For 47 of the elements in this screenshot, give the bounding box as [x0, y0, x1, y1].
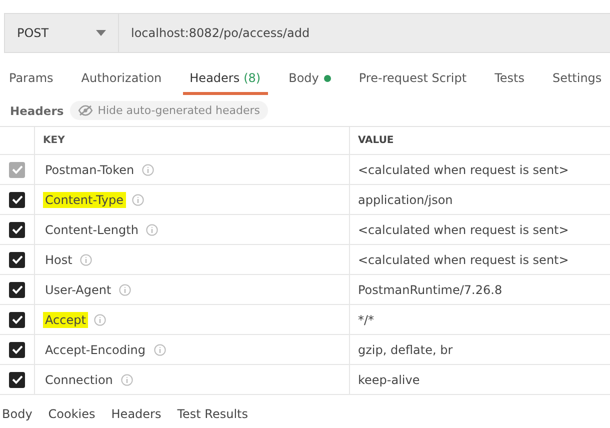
tab[interactable]: Body — [282, 63, 338, 95]
header-key: User-Agent — [43, 282, 114, 298]
header-key: Postman-Token — [43, 162, 136, 178]
info-icon — [120, 374, 133, 386]
response-tab[interactable]: Cookies — [48, 407, 96, 421]
column-header: VALUE — [358, 135, 394, 146]
tab[interactable]: Headers (8) — [182, 63, 268, 95]
info-icon — [154, 344, 166, 356]
response-tab[interactable]: Headers — [111, 407, 162, 421]
headers-label: Headers — [10, 104, 64, 118]
column-header: KEY — [43, 135, 65, 146]
header-key: Accept-Encoding — [43, 342, 148, 358]
info-icon — [146, 224, 158, 236]
checkbox[interactable] — [9, 342, 25, 358]
tab[interactable]: Tests — [488, 63, 532, 95]
header-key: Host — [43, 252, 74, 268]
response-tab[interactable]: Test Results — [177, 407, 248, 421]
tab[interactable]: Params — [2, 63, 60, 95]
response-tab[interactable]: Body — [2, 407, 32, 421]
header-value: <calculated when request is sent> — [358, 222, 569, 236]
eye-slash-icon — [78, 105, 93, 116]
info-icon — [142, 164, 154, 176]
checkbox[interactable] — [9, 192, 25, 208]
tab[interactable]: Pre-request Script — [352, 63, 474, 95]
header-value: <calculated when request is sent> — [358, 162, 569, 176]
tab[interactable]: Authorization — [74, 63, 169, 95]
tab-count: (8) — [244, 71, 261, 85]
checkbox[interactable] — [9, 222, 25, 238]
header-value: PostmanRuntime/7.26.8 — [358, 282, 502, 296]
checkbox[interactable] — [9, 372, 25, 388]
tab[interactable]: Settings — [545, 63, 609, 95]
header-value: */* — [358, 312, 374, 326]
header-value: gzip, deflate, br — [358, 342, 453, 356]
checkbox[interactable] — [9, 312, 25, 328]
header-key: Content-Type — [43, 192, 126, 208]
info-icon — [94, 314, 106, 326]
checkbox[interactable] — [9, 282, 25, 298]
header-key: Content-Length — [43, 222, 140, 238]
header-value: <calculated when request is sent> — [358, 252, 569, 266]
info-icon — [80, 254, 92, 266]
info-icon — [119, 284, 132, 296]
header-value: application/json — [358, 192, 453, 206]
header-key: Accept — [43, 312, 88, 328]
header-value: keep-alive — [358, 372, 420, 386]
header-key: Connection — [43, 372, 115, 388]
info-icon — [132, 194, 144, 206]
checkbox[interactable] — [9, 252, 25, 268]
